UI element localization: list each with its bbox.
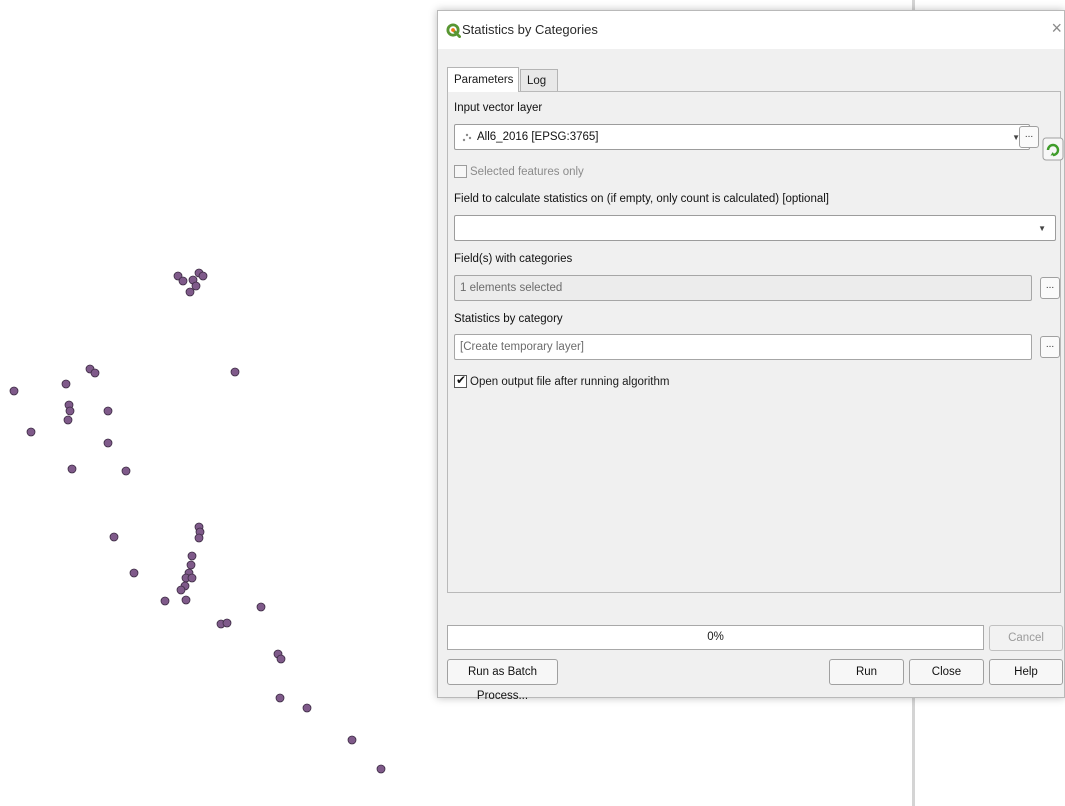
- iterate-icon[interactable]: [1042, 137, 1064, 161]
- map-point: [65, 406, 75, 416]
- categories-field[interactable]: 1 elements selected: [454, 275, 1032, 301]
- map-point: [256, 602, 266, 612]
- progress-bar: 0%: [447, 625, 984, 650]
- input-layer-combo[interactable]: All6_2016 [EPSG:3765] ▼: [454, 124, 1030, 150]
- cancel-button[interactable]: Cancel: [989, 625, 1063, 651]
- open-output-label: Open output file after running algorithm: [470, 376, 670, 388]
- dialog-title: Statistics by Categories: [462, 22, 598, 37]
- map-point: [160, 596, 170, 606]
- run-batch-button[interactable]: Run as Batch Process...: [447, 659, 558, 702]
- categories-label: Field(s) with categories: [454, 253, 573, 265]
- map-point: [187, 551, 197, 561]
- map-point: [186, 560, 196, 570]
- map-point: [275, 693, 285, 703]
- categories-browse-button[interactable]: ...: [1040, 277, 1060, 299]
- map-point: [230, 367, 240, 377]
- map-point: [302, 703, 312, 713]
- map-point: [90, 368, 100, 378]
- tab-log[interactable]: Log: [520, 69, 558, 92]
- map-point: [9, 386, 19, 396]
- map-point: [191, 281, 201, 291]
- map-point: [181, 595, 191, 605]
- dialog-titlebar: Statistics by Categories ×: [438, 11, 1064, 49]
- map-point: [61, 379, 71, 389]
- map-point: [376, 764, 386, 774]
- categories-value: 1 elements selected: [460, 282, 563, 294]
- map-point: [178, 276, 188, 286]
- map-point: [185, 287, 195, 297]
- point-layer-icon: [462, 133, 472, 142]
- output-field[interactable]: [Create temporary layer]: [454, 334, 1032, 360]
- open-output-checkbox[interactable]: [454, 373, 467, 388]
- input-layer-label: Input vector layer: [454, 102, 543, 114]
- stats-field-combo[interactable]: ▼: [454, 215, 1056, 241]
- selected-features-checkbox[interactable]: [454, 165, 467, 178]
- map-point: [67, 464, 77, 474]
- statistics-dialog: Statistics by Categories × Parameters Lo…: [437, 10, 1065, 702]
- tab-parameters[interactable]: Parameters: [447, 67, 519, 92]
- progress-text: 0%: [707, 631, 724, 643]
- map-point: [187, 573, 197, 583]
- map-point: [176, 585, 186, 595]
- qgis-logo-icon: [446, 23, 461, 38]
- map-point: [109, 532, 119, 542]
- close-icon[interactable]: ×: [1051, 19, 1062, 37]
- output-label: Statistics by category: [454, 313, 563, 325]
- map-point: [103, 406, 113, 416]
- map-point: [63, 415, 73, 425]
- map-point: [194, 533, 204, 543]
- map-point: [347, 735, 357, 745]
- map-point: [198, 271, 208, 281]
- selected-features-label: Selected features only: [470, 166, 584, 178]
- input-layer-browse-button[interactable]: ...: [1019, 126, 1039, 148]
- run-button[interactable]: Run: [829, 659, 904, 685]
- output-browse-button[interactable]: ...: [1040, 336, 1060, 358]
- close-button[interactable]: Close: [909, 659, 984, 685]
- stats-field-label: Field to calculate statistics on (if emp…: [454, 193, 829, 205]
- map-point: [222, 618, 232, 628]
- map-point: [129, 568, 139, 578]
- output-placeholder: [Create temporary layer]: [460, 341, 584, 353]
- help-button[interactable]: Help: [989, 659, 1063, 685]
- map-point: [121, 466, 131, 476]
- map-point: [103, 438, 113, 448]
- map-point: [26, 427, 36, 437]
- chevron-down-icon: ▼: [1038, 224, 1046, 233]
- map-point: [276, 654, 286, 664]
- input-layer-value: All6_2016 [EPSG:3765]: [477, 131, 599, 143]
